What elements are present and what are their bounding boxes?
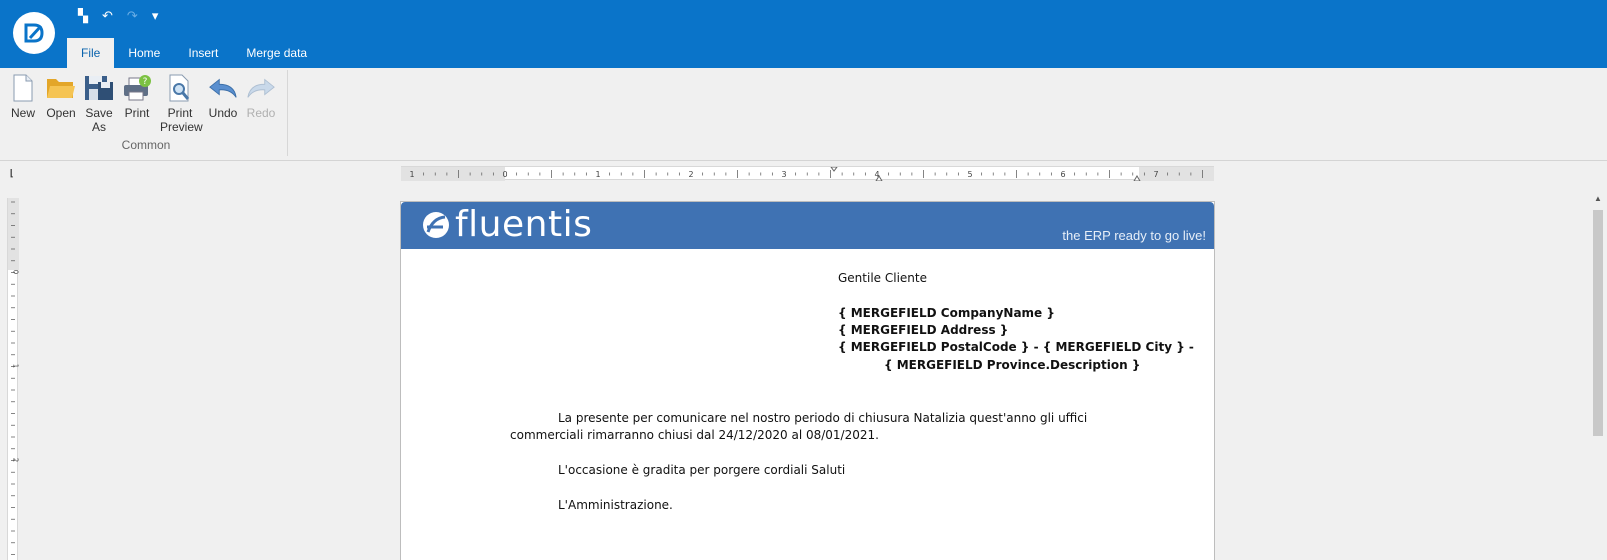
scrollbar-thumb[interactable] bbox=[1593, 210, 1603, 436]
ribbon-group-common: New Open Save As ? Print Print Preview U… bbox=[4, 70, 288, 156]
ruler-margin bbox=[401, 167, 505, 181]
save-as-button-label: Save As bbox=[85, 106, 113, 134]
redo-button-label: Redo bbox=[246, 106, 276, 120]
redo-icon bbox=[246, 70, 276, 106]
tab-insert[interactable]: Insert bbox=[174, 38, 232, 68]
undo-button-label: Undo bbox=[208, 106, 238, 120]
ruler-number: 3 bbox=[781, 170, 786, 179]
new-button-label: New bbox=[10, 106, 35, 120]
undo-icon bbox=[208, 70, 238, 106]
merge-field-postal-city: { MERGEFIELD PostalCode } - { MERGEFIELD… bbox=[838, 340, 1194, 354]
print-button-label: Print bbox=[124, 106, 150, 120]
vertical-ruler[interactable]: 0 1 2 bbox=[7, 198, 20, 560]
print-preview-button-label: Print Preview bbox=[160, 106, 203, 134]
first-line-indent-marker bbox=[830, 166, 838, 172]
qat-customize-icon[interactable]: ▾ bbox=[152, 6, 159, 26]
brand-mark-icon bbox=[423, 212, 449, 238]
redo-button[interactable]: Redo bbox=[242, 70, 280, 138]
ruler-strip: ⌊ 101234567 bbox=[0, 162, 1607, 184]
open-folder-icon bbox=[46, 70, 76, 106]
quick-access-toolbar: ▚ ↶ ↷ ▾ bbox=[78, 6, 158, 26]
tab-selector[interactable]: ⌊ bbox=[10, 168, 20, 178]
merge-field-address: { MERGEFIELD Address } bbox=[838, 323, 1009, 337]
ruler-number: 7 bbox=[1153, 170, 1158, 179]
brand-name: fluentis bbox=[455, 204, 593, 245]
brand-tagline: the ERP ready to go live! bbox=[1062, 228, 1206, 243]
title-bar: ▚ ↶ ↷ ▾ File Home Insert Merge data bbox=[0, 0, 1607, 68]
merge-field-province: { MERGEFIELD Province.Description } bbox=[884, 358, 1141, 372]
ribbon-group-label: Common bbox=[121, 138, 171, 152]
qat-save-icon[interactable]: ▚ bbox=[78, 6, 88, 26]
closing-line: L'occasione è gradita per porgere cordia… bbox=[558, 463, 846, 477]
ruler-number: 1 bbox=[409, 170, 414, 179]
tab-merge-data[interactable]: Merge data bbox=[232, 38, 321, 68]
horizontal-ruler-ticks: 101234567 bbox=[401, 166, 1214, 182]
merge-field-company: { MERGEFIELD CompanyName } bbox=[838, 306, 1055, 320]
ruler-number: 0 bbox=[12, 270, 20, 274]
app-logo[interactable] bbox=[13, 12, 55, 54]
save-as-icon bbox=[84, 70, 114, 106]
new-document-icon bbox=[8, 70, 38, 106]
vertical-scrollbar[interactable]: ▲ bbox=[1589, 190, 1607, 560]
app-logo-icon bbox=[24, 23, 44, 43]
ribbon-tabs: File Home Insert Merge data bbox=[67, 38, 321, 68]
ribbon: New Open Save As ? Print Print Preview U… bbox=[0, 68, 1607, 161]
body-paragraph-line2: commerciali rimarranno chiusi dal 24/12/… bbox=[510, 428, 879, 442]
greeting: Gentile Cliente bbox=[838, 271, 927, 285]
save-as-button[interactable]: Save As bbox=[80, 70, 118, 138]
vertical-ruler-ticks: 0 1 2 bbox=[8, 198, 20, 555]
ruler-number: 5 bbox=[967, 170, 972, 179]
tab-file[interactable]: File bbox=[67, 38, 115, 68]
qat-redo-icon[interactable]: ↷ bbox=[127, 6, 138, 26]
new-button[interactable]: New bbox=[4, 70, 42, 138]
undo-button[interactable]: Undo bbox=[204, 70, 242, 138]
print-preview-button[interactable]: Print Preview bbox=[156, 70, 204, 138]
horizontal-ruler[interactable]: 101234567 bbox=[401, 166, 1214, 182]
ruler-number: 1 bbox=[595, 170, 600, 179]
ruler-number: 6 bbox=[1060, 170, 1065, 179]
ruler-margin bbox=[8, 198, 19, 270]
body-paragraph-line1: La presente per comunicare nel nostro pe… bbox=[558, 411, 1088, 425]
ruler-number: 2 bbox=[688, 170, 693, 179]
signature-line: L'Amministrazione. bbox=[558, 498, 673, 512]
open-button[interactable]: Open bbox=[42, 70, 80, 138]
svg-text:?: ? bbox=[143, 77, 148, 87]
document-page[interactable]: fluentis the ERP ready to go live! Genti… bbox=[400, 201, 1215, 560]
ruler-number: 2 bbox=[12, 458, 20, 462]
scroll-up-icon[interactable]: ▲ bbox=[1594, 194, 1602, 203]
brand-logo: fluentis bbox=[421, 204, 593, 245]
print-preview-icon bbox=[165, 70, 195, 106]
tab-home[interactable]: Home bbox=[114, 38, 174, 68]
header-banner: fluentis the ERP ready to go live! bbox=[401, 202, 1214, 249]
qat-undo-icon[interactable]: ↶ bbox=[102, 6, 113, 26]
open-button-label: Open bbox=[46, 106, 76, 120]
print-icon: ? bbox=[122, 70, 152, 106]
print-button[interactable]: ? Print bbox=[118, 70, 156, 138]
ruler-number: 0 bbox=[502, 170, 507, 179]
ruler-number: 1 bbox=[12, 364, 20, 368]
